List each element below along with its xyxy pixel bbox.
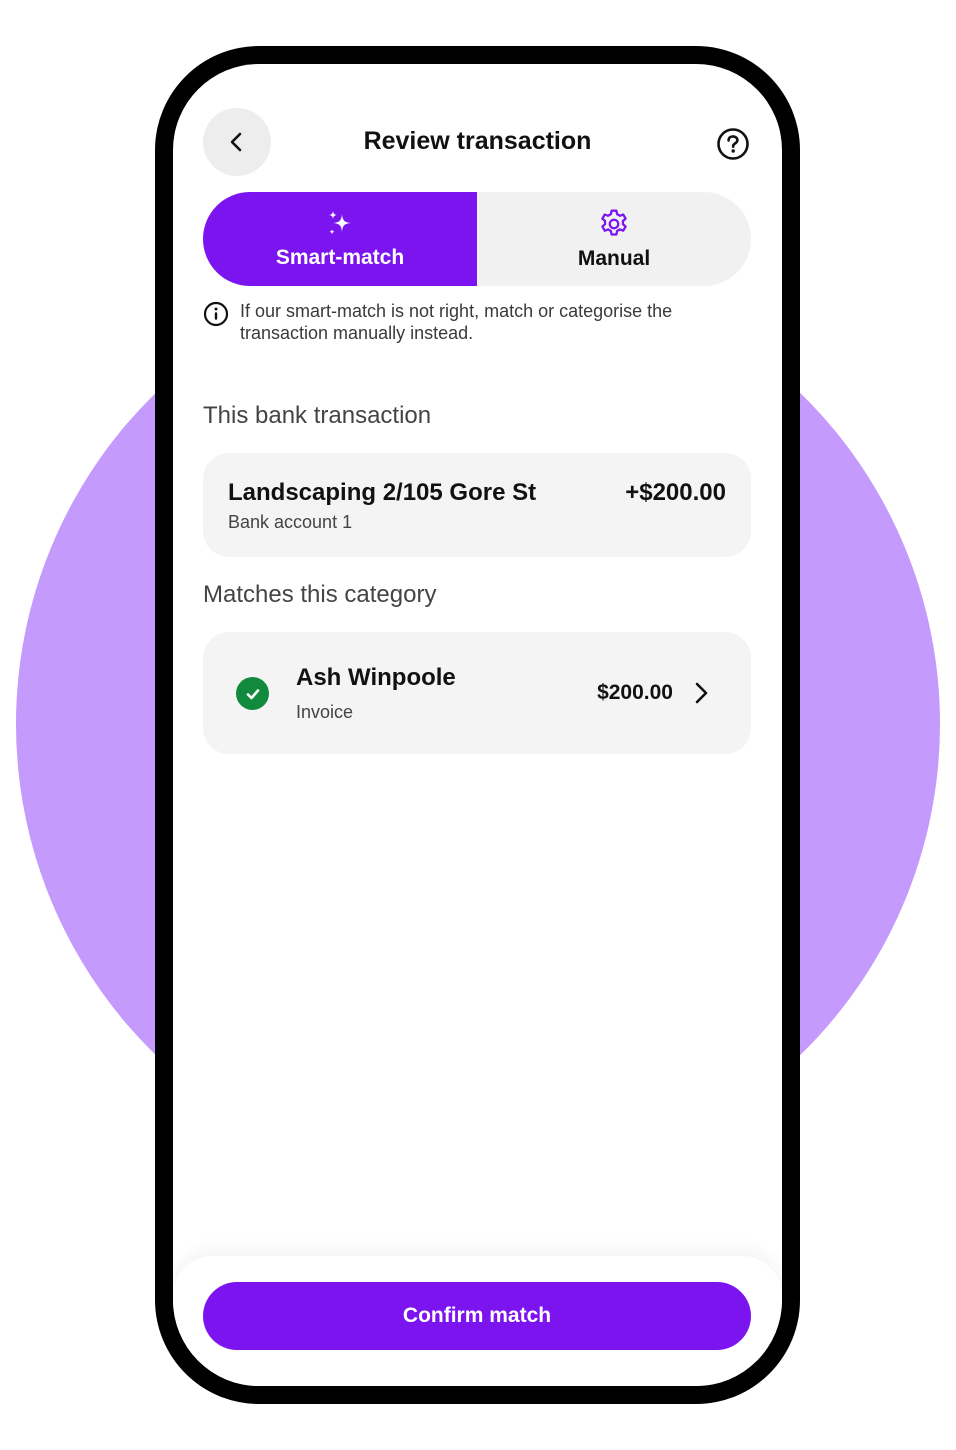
phone-screen: Review transaction Smart-match Manual If… — [173, 64, 782, 1386]
check-circle-icon — [236, 677, 269, 710]
confirm-match-button[interactable]: Confirm match — [203, 1282, 751, 1350]
match-type: Invoice — [296, 702, 354, 722]
tab-manual[interactable]: Manual — [477, 192, 751, 286]
match-name: Ash Winpoole — [296, 664, 456, 691]
question-circle-icon — [717, 128, 749, 160]
info-note-text: If our smart-match is not right, match o… — [240, 301, 673, 343]
gear-icon — [601, 209, 627, 236]
tab-smart-match-label: Smart-match — [275, 246, 405, 269]
bank-transaction-card: Landscaping 2/105 Gore St +$200.00 Bank … — [203, 453, 751, 557]
info-icon — [203, 301, 229, 327]
transaction-account: Bank account 1 — [228, 512, 353, 532]
mode-toggle: Smart-match Manual — [203, 192, 751, 286]
bank-transaction-heading: This bank transaction — [203, 402, 432, 429]
sparkles-icon — [329, 211, 351, 235]
chevron-right-icon — [695, 682, 708, 704]
info-note: If our smart-match is not right, match o… — [203, 300, 751, 344]
help-button[interactable] — [713, 124, 753, 164]
transaction-amount: +$200.00 — [625, 479, 726, 506]
phone-frame: Review transaction Smart-match Manual If… — [155, 46, 800, 1404]
match-heading: Matches this category — [203, 581, 437, 608]
match-card[interactable]: Ash Winpoole Invoice $200.00 — [203, 632, 751, 754]
page-title: Review transaction — [363, 127, 592, 155]
stage: Review transaction Smart-match Manual If… — [0, 0, 956, 1450]
transaction-title: Landscaping 2/105 Gore St — [228, 479, 537, 506]
tab-smart-match[interactable]: Smart-match — [203, 192, 477, 286]
chevron-left-icon — [230, 132, 242, 152]
match-amount: $200.00 — [597, 681, 673, 704]
tab-manual-label: Manual — [577, 247, 651, 270]
back-button[interactable] — [203, 108, 271, 176]
